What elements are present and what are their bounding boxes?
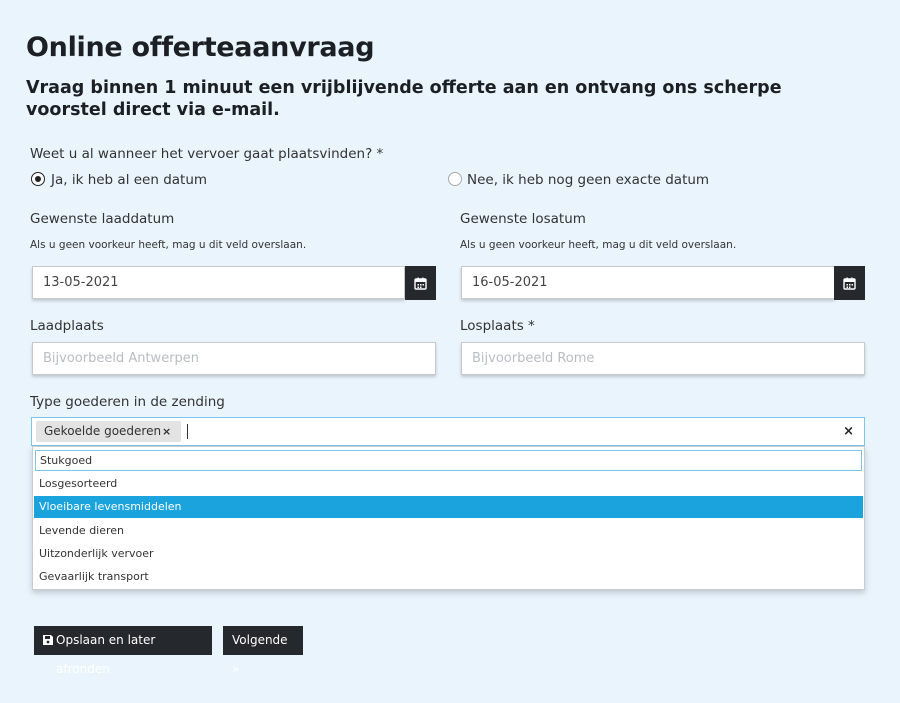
radio-no[interactable]	[448, 172, 462, 186]
next-button[interactable]: Volgende »	[223, 626, 303, 676]
dropdown-option[interactable]: Losgesorteerd	[34, 473, 863, 495]
goods-select[interactable]: Gekoelde goederen × ×	[31, 417, 865, 446]
load-date-input[interactable]: 13-05-2021	[32, 266, 405, 299]
unload-place-label: Losplaats *	[460, 318, 535, 334]
clear-selection-icon[interactable]: ×	[843, 422, 854, 441]
remove-tag-icon[interactable]: ×	[162, 421, 171, 442]
load-date-calendar-button[interactable]	[405, 266, 436, 300]
dropdown-option[interactable]: Gevaarlijk transport	[34, 566, 863, 588]
unload-date-help: Als u geen voorkeur heeft, mag u dit vel…	[460, 239, 737, 251]
goods-selected-tag: Gekoelde goederen	[36, 421, 181, 442]
unload-place-input[interactable]: Bijvoorbeeld Rome	[461, 342, 865, 375]
dropdown-option[interactable]: Uitzonderlijk vervoer	[34, 543, 863, 565]
calendar-icon	[414, 277, 427, 290]
radio-no-label[interactable]: Nee, ik heb nog geen exacte datum	[467, 172, 709, 188]
load-place-input[interactable]: Bijvoorbeeld Antwerpen	[32, 342, 436, 375]
dropdown-search-input[interactable]: Stukgoed	[35, 450, 862, 471]
floppy-disk-icon	[43, 635, 53, 645]
load-date-help: Als u geen voorkeur heeft, mag u dit vel…	[30, 239, 307, 251]
calendar-icon	[843, 277, 856, 290]
goods-selected-tag-label: Gekoelde goederen	[44, 424, 162, 438]
load-place-label: Laadplaats	[30, 318, 104, 334]
when-question: Weet u al wanneer het vervoer gaat plaat…	[30, 146, 384, 162]
goods-label: Type goederen in de zending	[30, 394, 225, 410]
page-subtitle: Vraag binnen 1 minuut een vrijblijvende …	[26, 78, 782, 120]
radio-yes-label[interactable]: Ja, ik heb al een datum	[51, 172, 207, 188]
text-cursor	[187, 424, 188, 439]
dropdown-option-highlighted[interactable]: Vloeibare levensmiddelen	[34, 496, 863, 518]
radio-yes[interactable]	[31, 172, 45, 186]
save-later-button[interactable]: Opslaan en later afronden	[34, 626, 212, 676]
unload-date-input[interactable]: 16-05-2021	[461, 266, 835, 299]
dropdown-option[interactable]: Levende dieren	[34, 520, 863, 542]
unload-date-calendar-button[interactable]	[834, 266, 865, 300]
save-later-label: Opslaan en later afronden	[56, 633, 156, 676]
goods-dropdown: Stukgoed Losgesorteerd Vloeibare levensm…	[32, 446, 865, 590]
page-title: Online offerteaanvraag	[26, 32, 375, 63]
unload-date-label: Gewenste losatum	[460, 211, 586, 227]
load-date-label: Gewenste laaddatum	[30, 211, 175, 227]
